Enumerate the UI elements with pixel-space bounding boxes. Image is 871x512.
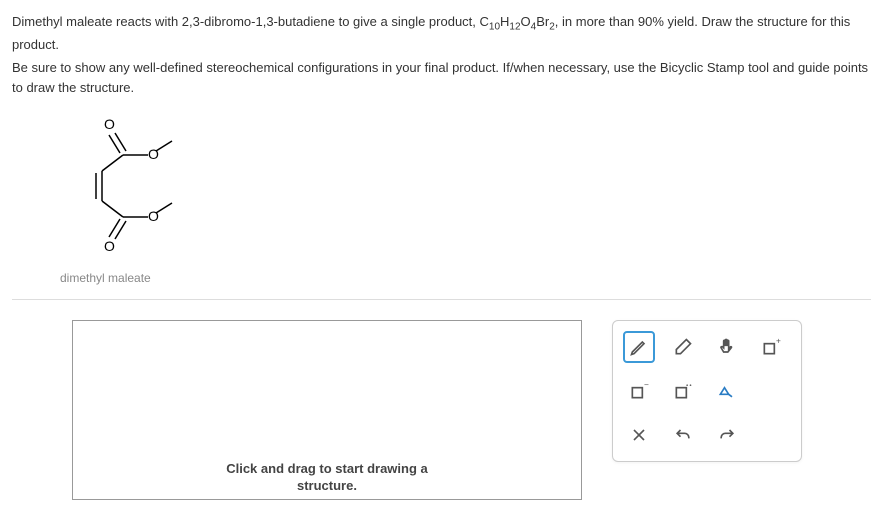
- eraser-tool[interactable]: [667, 331, 699, 363]
- atom-o-ester2: O: [148, 208, 159, 224]
- toolbar: + −: [612, 320, 802, 462]
- charge-minus-tool[interactable]: −: [623, 375, 655, 407]
- formula-sub1: 10: [489, 22, 500, 33]
- pencil-tool[interactable]: [623, 331, 655, 363]
- svg-text:−: −: [644, 381, 649, 390]
- canvas-message: Click and drag to start drawing a struct…: [226, 461, 428, 495]
- question-line1-part1: Dimethyl maleate reacts with 2,3-dibromo…: [12, 14, 489, 29]
- atom-o-bottom: O: [104, 238, 115, 254]
- molecule-label: dimethyl maleate: [60, 271, 871, 285]
- question-text: Dimethyl maleate reacts with 2,3-dibromo…: [12, 12, 871, 97]
- question-line2: Be sure to show any well-defined stereoc…: [12, 58, 871, 97]
- atom-o-ester1: O: [148, 146, 159, 162]
- dimethyl-maleate-structure: O O O O: [60, 113, 871, 263]
- empty-slot-2: [755, 419, 787, 451]
- redo-tool[interactable]: [711, 419, 743, 451]
- svg-text:+: +: [776, 337, 781, 346]
- atom-o-top: O: [104, 116, 115, 132]
- lone-pair-tool[interactable]: [667, 375, 699, 407]
- hand-tool[interactable]: [711, 331, 743, 363]
- formula-mid2: O: [521, 14, 531, 29]
- empty-slot: [755, 375, 787, 407]
- close-tool[interactable]: [623, 419, 655, 451]
- bicyclic-stamp-tool[interactable]: [711, 375, 743, 407]
- formula-mid1: H: [500, 14, 509, 29]
- charge-plus-tool[interactable]: +: [755, 331, 787, 363]
- molecule-container: O O O O dimethyl maleate: [60, 113, 871, 285]
- formula-mid3: Br: [536, 14, 549, 29]
- drawing-canvas[interactable]: Click and drag to start drawing a struct…: [72, 320, 582, 500]
- formula-sub2: 12: [509, 22, 520, 33]
- editor-row: Click and drag to start drawing a struct…: [12, 300, 871, 500]
- undo-tool[interactable]: [667, 419, 699, 451]
